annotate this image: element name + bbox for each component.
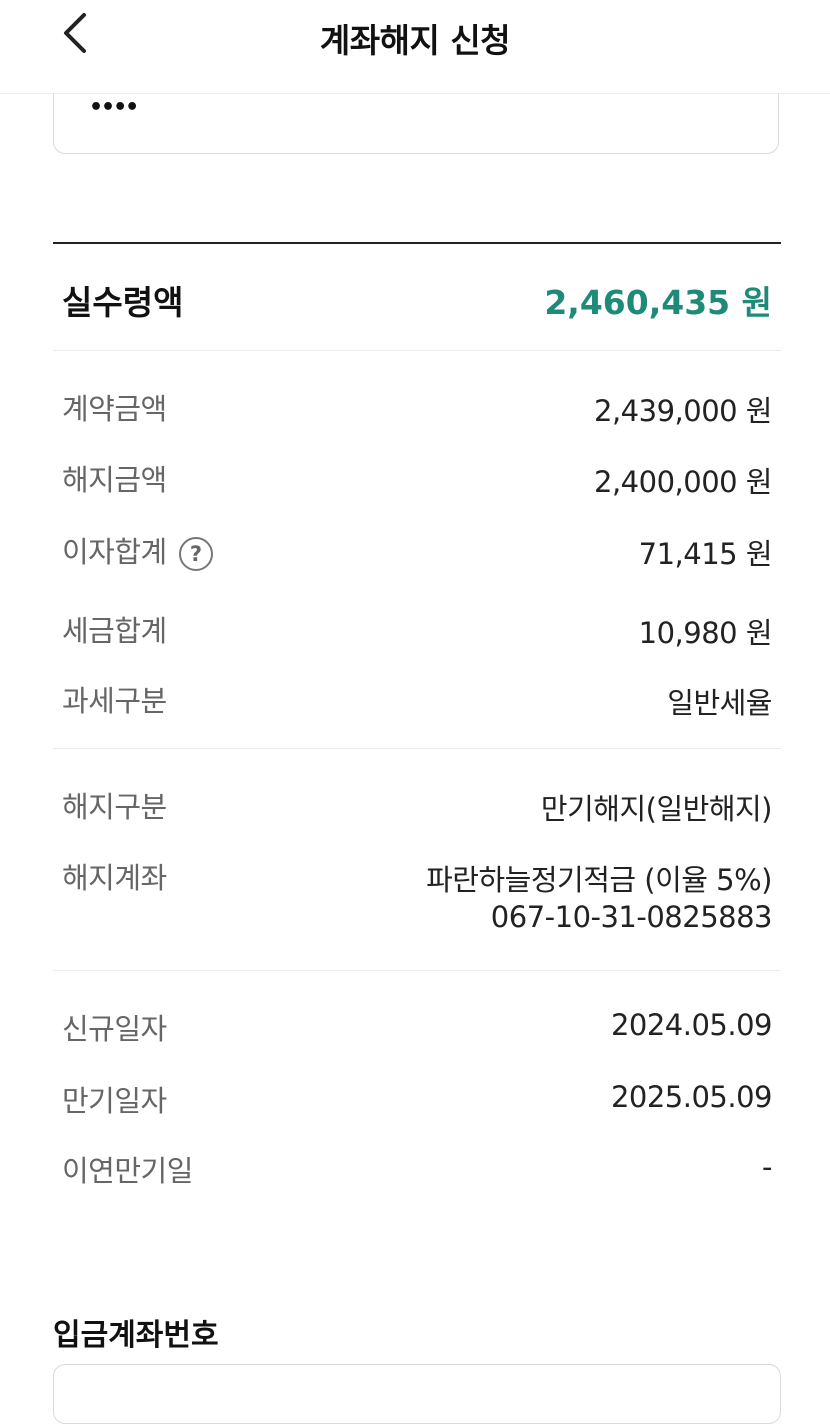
interest-total-value: 71,415 원 <box>638 537 773 571</box>
tax-type-value: 일반세율 <box>667 686 772 720</box>
interest-total-row-label: 이자합계? <box>62 529 213 571</box>
net-amount-value: 2,460,435 원 <box>544 283 772 322</box>
deposit-account-title: 입금계좌번호 <box>53 1318 219 1353</box>
net-amount-label: 실수령액 <box>62 283 184 322</box>
cancel-amount-label: 해지금액 <box>62 463 167 497</box>
open-date-label: 신규일자 <box>62 1012 167 1046</box>
contract-amount-value: 2,439,000 원 <box>594 394 773 428</box>
divider <box>53 970 781 971</box>
deferred-maturity-label: 이연만기일 <box>62 1154 193 1188</box>
contract-amount-label: 계약금액 <box>62 392 167 426</box>
open-date-value: 2024.05.09 <box>610 1008 773 1042</box>
cancel-account-label: 해지계좌 <box>62 861 167 895</box>
cancel-account-number: 067-10-31-0825883 <box>490 900 773 934</box>
cancel-type-value: 만기해지(일반해지) <box>540 792 773 826</box>
tax-total-label: 세금합계 <box>62 614 167 648</box>
tax-total-value: 10,980 원 <box>638 616 773 650</box>
deferred-maturity-value: - <box>762 1150 772 1184</box>
tax-type-label: 과세구분 <box>62 684 167 718</box>
divider <box>53 350 781 351</box>
cancel-amount-value: 2,400,000 원 <box>594 465 773 499</box>
page-title: 계좌해지 신청 <box>319 21 511 60</box>
section-divider-top <box>53 242 781 244</box>
app-header: 계좌해지 신청 <box>0 0 830 94</box>
maturity-date-value: 2025.05.09 <box>610 1080 773 1114</box>
deposit-account-input[interactable] <box>53 1364 781 1424</box>
cancel-account-name: 파란하늘정기적금 (이율 5%) <box>426 863 772 897</box>
divider <box>53 748 781 749</box>
password-masked-value: •••• <box>89 95 139 120</box>
maturity-date-label: 만기일자 <box>62 1084 167 1118</box>
help-icon[interactable]: ? <box>178 537 213 571</box>
cancel-type-label: 해지구분 <box>62 790 167 824</box>
interest-total-label: 이자합계 <box>62 535 167 569</box>
